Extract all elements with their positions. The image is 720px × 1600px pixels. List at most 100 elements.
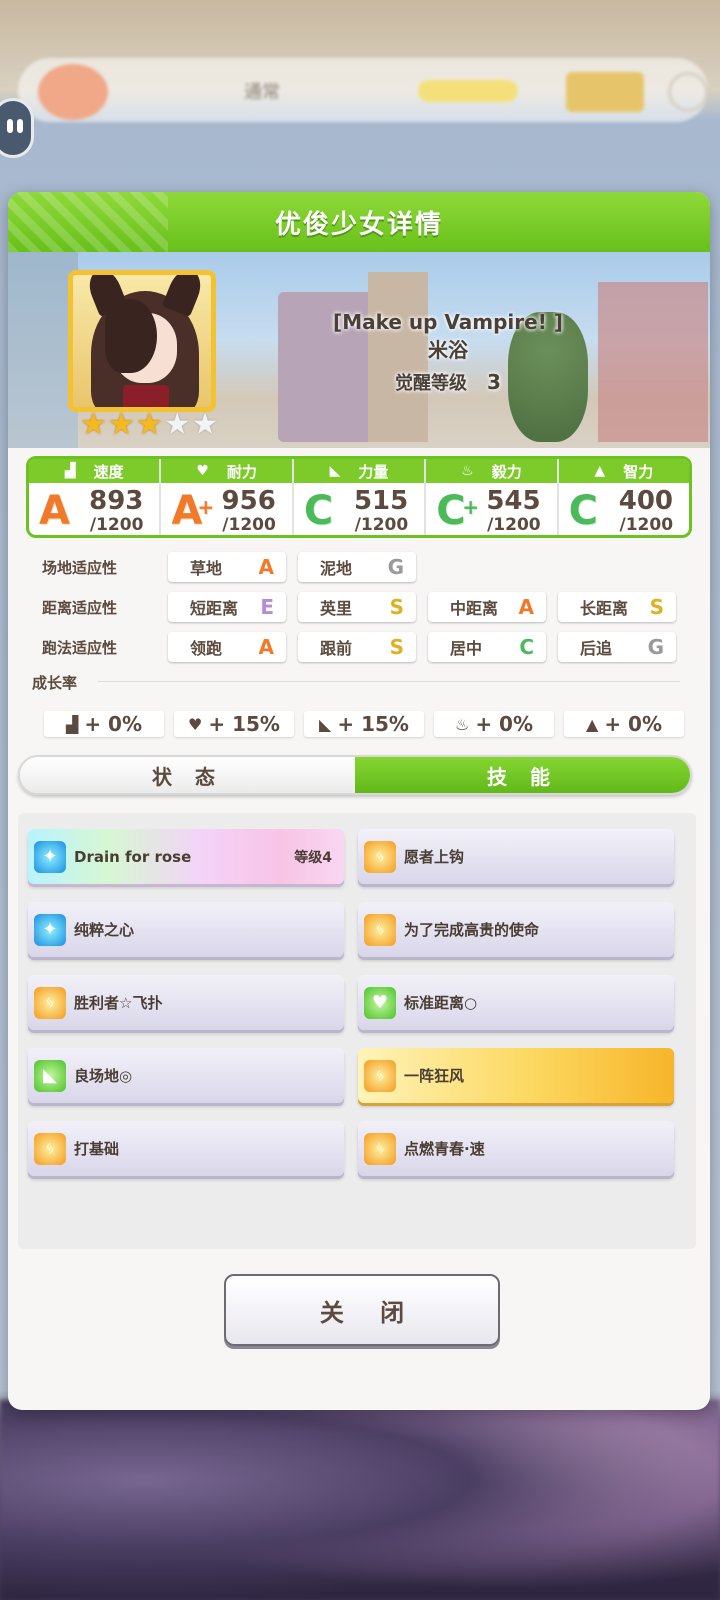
- stat-grade: A: [39, 488, 70, 534]
- stat-value: 545: [486, 486, 541, 516]
- skill-name: 一阵狂风: [404, 1067, 465, 1085]
- aptitude-label: 场地适应性: [42, 558, 118, 577]
- pause-side-button[interactable]: [0, 98, 34, 158]
- stat-grade: C +: [436, 488, 479, 534]
- star-rating: ★ ★ ★ ★ ★: [80, 410, 219, 440]
- aptitude-row-distance: 距离适应性 短距离 E 英里 S 中距离 A 长距离 S: [42, 592, 710, 622]
- growth-rate-row: ▟ + 0% ♥ + 15% ◣ + 15% ♨ + 0% ▲ + 0%: [8, 711, 710, 737]
- mortarboard-icon: ▲: [594, 463, 606, 479]
- star-icon: ★: [191, 407, 219, 442]
- skill-card[interactable]: ᛃ 一阵狂风: [358, 1048, 674, 1103]
- stat-value: 400: [618, 486, 674, 516]
- stat-label: 智力: [623, 462, 654, 481]
- skill-level: 等级4: [294, 849, 332, 866]
- stat-speed: ▟ 速度 A 893 /1200: [29, 459, 162, 535]
- skill-card[interactable]: ᛃ 点燃青春·速: [358, 1121, 674, 1176]
- currency-pill: [418, 80, 518, 102]
- skill-name: 愿者上钩: [404, 848, 465, 866]
- aptitude-leader: 跟前 S: [298, 632, 416, 662]
- character-portrait[interactable]: [68, 270, 216, 412]
- banner-building-right: [598, 282, 708, 442]
- skill-card[interactable]: ᛃ 愿者上钩: [358, 829, 674, 884]
- aptitude-runner: 领跑 A: [168, 632, 286, 662]
- stat-max: /1200: [354, 515, 409, 535]
- growth-rate-title: 成长率: [8, 672, 710, 693]
- growth-speed: ▟ + 0%: [44, 711, 164, 737]
- character-banner: ★ ★ ★ ★ ★ [Make up Vampire! ] 米浴 觉醒等级 3: [8, 252, 710, 448]
- stat-label: 耐力: [226, 462, 257, 481]
- aptitude-mile: 英里 S: [298, 592, 416, 622]
- flame-icon: ♨: [461, 463, 474, 479]
- heart-icon: ♥: [196, 463, 209, 479]
- aptitude-medium: 中距离 A: [428, 592, 546, 622]
- stat-grade: C: [568, 488, 598, 534]
- stat-value: 956: [221, 486, 276, 516]
- aptitude-label: 跑法适应性: [42, 638, 118, 657]
- background-character-blur: [0, 1400, 720, 1600]
- stat-stamina: ♥ 耐力 A + 956 /1200: [161, 459, 294, 535]
- skill-name: 纯粹之心: [74, 921, 135, 939]
- trainer-avatar: [38, 64, 108, 120]
- heart-icon: ♥: [364, 986, 396, 1019]
- star-icon: ★: [163, 407, 191, 442]
- skill-card[interactable]: ᛃ 为了完成高贵的使命: [358, 902, 674, 957]
- aptitude-row-style: 跑法适应性 领跑 A 跟前 S 居中 C 后追 G: [42, 632, 710, 662]
- awakening-level: 觉醒等级 3: [308, 369, 588, 395]
- stat-max: /1200: [619, 515, 674, 535]
- skills-grid: ✦ Drain for rose 等级4 ᛃ 愿者上钩 ✦ 纯粹之心 ᛃ 为了完成高贵的使…: [18, 813, 696, 1249]
- runner-icon: ᛃ: [364, 1132, 396, 1165]
- speed-icon: ▟: [64, 463, 76, 479]
- skill-card[interactable]: ᛃ 打基础: [28, 1121, 344, 1176]
- skill-name: 胜利者☆飞扑: [74, 994, 163, 1012]
- aptitude-long: 长距离 S: [558, 592, 676, 622]
- star-icon: ★: [135, 407, 163, 442]
- runner-icon: ᛃ: [364, 1059, 396, 1092]
- stat-label: 力量: [358, 462, 389, 481]
- star-icon: ★: [80, 407, 107, 442]
- skill-name: 为了完成高贵的使命: [404, 921, 540, 939]
- gold-badge: [566, 72, 644, 112]
- skill-name: 打基础: [74, 1140, 120, 1158]
- stat-value: 515: [353, 486, 409, 516]
- detail-tabs: 状 态 技 能: [18, 755, 692, 795]
- stat-value: 893: [89, 486, 144, 516]
- awakening-value: 3: [487, 370, 501, 394]
- speed-icon: ▟: [66, 714, 79, 734]
- growth-wisdom: ▲ + 0%: [564, 711, 684, 737]
- horse-girl-detail-dialog: 优俊少女详情 ★ ★ ★ ★ ★ [Make up Vampire! ] 米浴 觉醒等级…: [8, 192, 710, 1410]
- power-icon: ◣: [34, 1059, 66, 1092]
- stat-label: 毅力: [491, 462, 522, 481]
- runner-icon: ᛃ: [34, 986, 66, 1019]
- aptitude-chaser: 后追 G: [558, 632, 676, 662]
- skill-card[interactable]: ◣ 良场地◎: [28, 1048, 344, 1103]
- stat-power: ◣ 力量 C 515 /1200: [293, 459, 427, 535]
- stat-grade: C: [303, 488, 334, 534]
- skill-card[interactable]: ♥ 标准距离○: [358, 975, 674, 1030]
- dialog-title: 优俊少女详情: [274, 209, 443, 240]
- star-icon: ★: [107, 407, 135, 442]
- awakening-label: 觉醒等级: [395, 373, 468, 394]
- dialog-header: 优俊少女详情: [8, 192, 710, 252]
- character-name: 米浴: [428, 338, 468, 362]
- stat-guts: ♨ 毅力 C + 545 /1200: [426, 459, 559, 535]
- aptitude-short: 短距离 E: [168, 592, 286, 622]
- mortarboard-icon: ▲: [586, 714, 599, 734]
- skill-card[interactable]: ✦ Drain for rose 等级4: [28, 829, 344, 884]
- skill-name: Drain for rose: [74, 847, 192, 866]
- skill-card[interactable]: ✦ 纯粹之心: [28, 902, 344, 957]
- skill-card[interactable]: ᛃ 胜利者☆飞扑: [28, 975, 344, 1030]
- stats-panel: ▟ 速度 A 893 /1200 ♥ 耐力 A + 956 /1200 ◣ 力量 C 5…: [26, 456, 692, 538]
- skill-name: 标准距离○: [404, 994, 478, 1012]
- tab-status[interactable]: 状 态: [20, 757, 355, 793]
- aptitude-betweener: 居中 C: [428, 632, 546, 662]
- sparkle-icon: ✦: [34, 840, 66, 873]
- growth-power: ◣ + 15%: [304, 711, 424, 737]
- top-bar-blurred: 通常: [18, 58, 708, 122]
- heart-icon: ♥: [188, 714, 203, 734]
- tab-skills[interactable]: 技 能: [355, 757, 690, 793]
- skill-name: 点燃青春·速: [404, 1140, 485, 1158]
- flame-icon: ♨: [454, 714, 470, 734]
- runner-icon: ᛃ: [34, 1132, 66, 1165]
- close-button[interactable]: 关 闭: [224, 1274, 500, 1346]
- aptitude-label: 距离适应性: [42, 598, 118, 617]
